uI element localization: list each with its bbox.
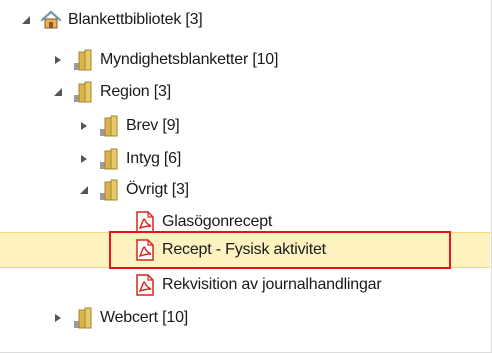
collapsed-arrow-icon[interactable] (76, 151, 92, 167)
tree-leaf-rekvisition[interactable]: Rekvisition av journalhandlingar (134, 271, 382, 299)
collapsed-arrow-icon[interactable] (76, 118, 92, 134)
folder-icon (98, 179, 120, 201)
tree-node-label: Intyg [6] (126, 150, 182, 167)
tree-node-webcert[interactable]: Webcert [10] (50, 304, 188, 332)
expanded-arrow-icon[interactable] (18, 12, 34, 28)
folder-icon (98, 115, 120, 137)
folder-icon (72, 81, 94, 103)
tree-node-label: Webcert [10] (100, 309, 189, 326)
tree-node-label: Region [3] (100, 83, 171, 100)
expanded-arrow-icon[interactable] (76, 182, 92, 198)
folder-icon (72, 307, 94, 329)
tree-node-myndighetsblanketter[interactable]: Myndighetsblanketter [10] (50, 46, 278, 74)
tree-node-label: Glasögonrecept (162, 213, 273, 230)
home-icon (40, 9, 62, 31)
expanded-arrow-icon[interactable] (50, 84, 66, 100)
pdf-icon (134, 274, 156, 296)
tree-node-region[interactable]: Region [3] (50, 78, 171, 106)
tree-node-ovrigt[interactable]: Övrigt [3] (76, 176, 189, 204)
pdf-icon (134, 211, 156, 233)
folder-icon (72, 49, 94, 71)
tree-node-label: Myndighetsblanketter [10] (100, 51, 279, 68)
tree-node-label: Blankettbibliotek [3] (68, 11, 203, 28)
form-library-tree: Blankettbibliotek [3] Myndighetsblankett… (0, 0, 492, 353)
collapsed-arrow-icon[interactable] (50, 310, 66, 326)
tree-node-intyg[interactable]: Intyg [6] (76, 145, 181, 173)
tree-node-label: Rekvisition av journalhandlingar (162, 276, 382, 293)
collapsed-arrow-icon[interactable] (50, 52, 66, 68)
highlight-annotation-box (109, 231, 451, 269)
tree-node-blankettbibliotek[interactable]: Blankettbibliotek [3] (18, 6, 203, 34)
tree-node-brev[interactable]: Brev [9] (76, 112, 180, 140)
tree-node-label: Övrigt [3] (126, 181, 189, 198)
tree-node-label: Brev [9] (126, 117, 180, 134)
folder-icon (98, 148, 120, 170)
